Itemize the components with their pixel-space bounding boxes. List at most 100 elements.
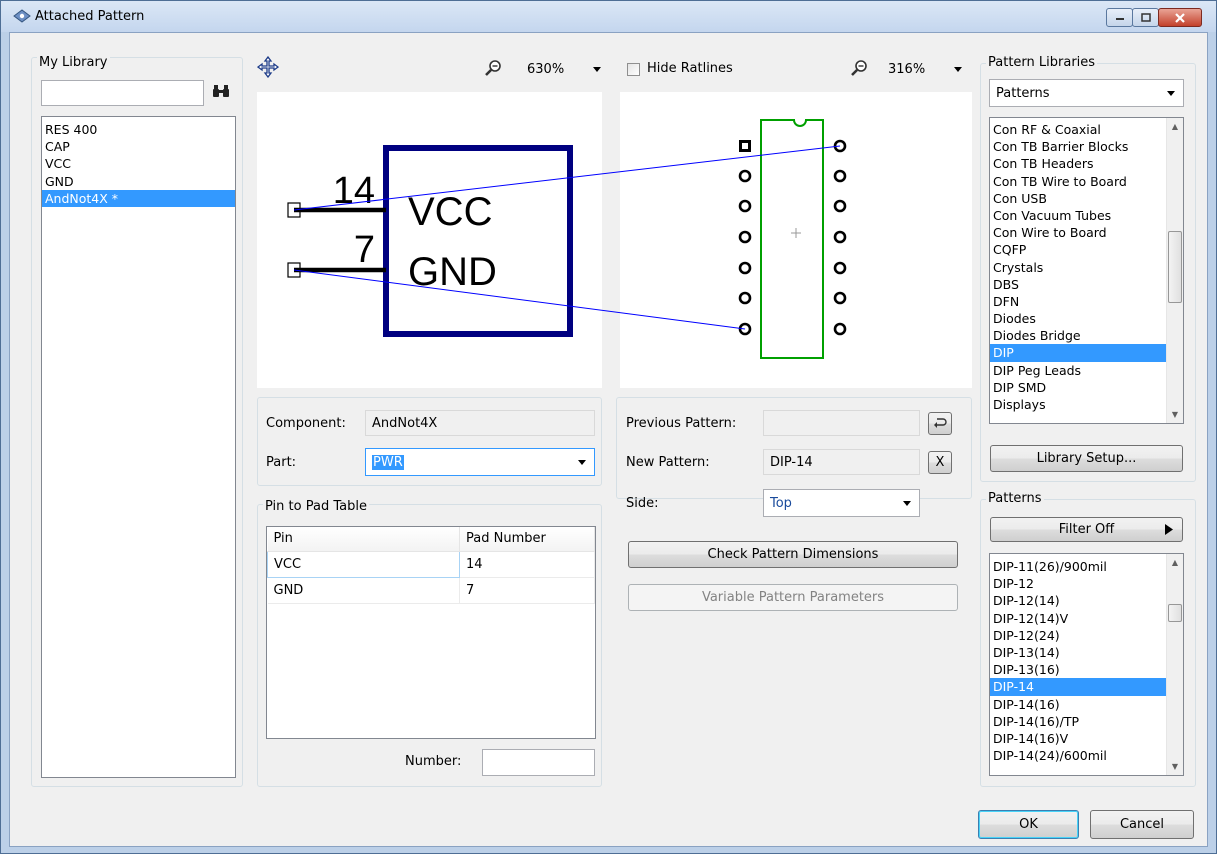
pad-2	[738, 169, 752, 183]
pattern-item[interactable]: DIP-12	[990, 575, 1167, 592]
pattern-library-item[interactable]: Con TB Barrier Blocks	[990, 138, 1167, 155]
pad-10	[833, 261, 847, 275]
column-header-pad-number[interactable]: Pad Number	[459, 527, 595, 552]
minimize-icon	[1115, 17, 1124, 20]
pattern-item[interactable]: DIP-14(16)V	[990, 730, 1167, 747]
pattern-item[interactable]: DIP-14(16)/TP	[990, 713, 1167, 730]
scroll-down-icon[interactable]: ▼	[1167, 406, 1183, 423]
pattern-item[interactable]: DIP-14(16)	[990, 696, 1167, 713]
pattern-item[interactable]: DIP-12(14)	[990, 592, 1167, 609]
patterns-scrollbar[interactable]: ▲ ▼	[1166, 554, 1183, 775]
pad-4	[738, 230, 752, 244]
binoculars-icon[interactable]	[212, 84, 230, 102]
scroll-thumb[interactable]	[1168, 604, 1182, 622]
my-library-list[interactable]: RES 400 CAP VCC GND AndNot4X *	[41, 116, 236, 778]
hide-ratlines-label[interactable]: Hide Ratlines	[647, 61, 733, 76]
pattern-library-item[interactable]: Con TB Headers	[990, 155, 1167, 172]
pattern-library-item[interactable]: DFN	[990, 293, 1167, 310]
pattern-item[interactable]: DIP-13(16)	[990, 661, 1167, 678]
pattern-library-item[interactable]: Diodes	[990, 310, 1167, 327]
pattern-item[interactable]: DIP-11(26)/900mil	[990, 558, 1167, 575]
scroll-thumb[interactable]	[1168, 231, 1182, 303]
restore-pattern-button[interactable]	[928, 412, 952, 435]
pad-13	[833, 169, 847, 183]
check-pattern-dimensions-button[interactable]: Check Pattern Dimensions	[628, 541, 958, 568]
library-search-input[interactable]	[41, 80, 204, 106]
scroll-up-icon[interactable]: ▲	[1167, 554, 1183, 571]
symbol-zoom-select[interactable]: 630%	[520, 55, 610, 83]
library-setup-button[interactable]: Library Setup...	[990, 445, 1183, 472]
scroll-down-icon[interactable]: ▼	[1167, 758, 1183, 775]
part-select[interactable]: PWR	[365, 448, 595, 476]
symbol-body	[383, 145, 573, 337]
pattern-zoom-select[interactable]: 316%	[881, 55, 971, 83]
variable-pattern-parameters-button[interactable]: Variable Pattern Parameters	[628, 584, 958, 611]
pattern-drawing	[738, 119, 847, 359]
pattern-library-item[interactable]: Con TB Wire to Board	[990, 173, 1167, 190]
pad-cell[interactable]: 7	[459, 577, 595, 604]
ok-button[interactable]: OK	[978, 810, 1079, 839]
pad-5	[738, 261, 752, 275]
pattern-canvas[interactable]	[620, 92, 972, 388]
pad-9	[833, 291, 847, 305]
minimize-button[interactable]	[1106, 8, 1133, 27]
chevron-down-icon	[593, 67, 601, 72]
move-icon[interactable]	[256, 55, 280, 82]
chevron-down-icon	[1167, 91, 1175, 96]
pin-pad-table[interactable]: Pin Pad Number VCC 14 GND 7	[266, 526, 596, 739]
library-list-item[interactable]: GND	[42, 173, 235, 190]
table-row[interactable]: VCC 14	[267, 550, 595, 578]
pattern-library-item[interactable]: Con Vacuum Tubes	[990, 207, 1167, 224]
library-list-item[interactable]: RES 400	[42, 121, 235, 138]
library-list-item[interactable]: CAP	[42, 138, 235, 155]
pattern-library-item[interactable]: DBS	[990, 276, 1167, 293]
pattern-library-item[interactable]: Con Wire to Board	[990, 224, 1167, 241]
pin-name-vcc: VCC	[408, 190, 492, 234]
pattern-item[interactable]: DIP-12(24)	[990, 627, 1167, 644]
pattern-library-item[interactable]: CQFP	[990, 241, 1167, 258]
pattern-library-item[interactable]: DIP SMD	[990, 379, 1167, 396]
pattern-libraries-list[interactable]: Con RF & Coaxial Con TB Barrier Blocks Con…	[989, 117, 1184, 424]
symbol-zoom-value: 630%	[527, 61, 565, 77]
library-list-item[interactable]: AndNot4X *	[42, 189, 235, 207]
hide-ratlines-checkbox[interactable]	[627, 63, 640, 76]
pin-cell[interactable]: GND	[267, 577, 460, 604]
pattern-libraries-scrollbar[interactable]: ▲ ▼	[1166, 118, 1183, 423]
scroll-up-icon[interactable]: ▲	[1167, 118, 1183, 135]
clear-pattern-button[interactable]: X	[928, 451, 952, 474]
pattern-library-item[interactable]: DIP Peg Leads	[990, 362, 1167, 379]
cancel-button[interactable]: Cancel	[1090, 810, 1194, 839]
pattern-item[interactable]: DIP-14	[990, 678, 1167, 696]
pattern-library-item[interactable]: Con RF & Coaxial	[990, 121, 1167, 138]
close-button[interactable]	[1158, 8, 1202, 27]
patterns-list[interactable]: DIP-11(26)/900mil DIP-12 DIP-12(14) DIP-12(…	[989, 553, 1184, 776]
undo-icon	[934, 417, 947, 428]
column-header-pin[interactable]: Pin	[267, 527, 460, 552]
previous-pattern-field	[763, 410, 920, 436]
pattern-library-item[interactable]: Crystals	[990, 259, 1167, 276]
pin-cell[interactable]: VCC	[267, 550, 460, 578]
pad-8	[833, 322, 847, 336]
pattern-item[interactable]: DIP-14(24)/600mil	[990, 747, 1167, 764]
pattern-item[interactable]: DIP-13(14)	[990, 644, 1167, 661]
pattern-library-item[interactable]: DIP	[990, 344, 1167, 362]
app-icon	[13, 9, 31, 27]
number-label: Number:	[405, 754, 462, 769]
pattern-library-item[interactable]: Displays	[990, 396, 1167, 413]
pin-number-14: 14	[333, 170, 375, 212]
title-bar[interactable]: Attached Pattern	[1, 1, 1216, 32]
pattern-library-item[interactable]: Con USB	[990, 190, 1167, 207]
filter-button[interactable]: Filter Off	[990, 517, 1183, 542]
pattern-item[interactable]: DIP-12(14)V	[990, 610, 1167, 627]
pattern-library-select[interactable]: Patterns	[989, 79, 1184, 107]
library-list-item[interactable]: VCC	[42, 155, 235, 172]
symbol-canvas[interactable]: 14 7 VCC GND	[257, 92, 602, 388]
part-value: PWR	[372, 454, 404, 470]
table-row[interactable]: GND 7	[267, 577, 595, 604]
pad-cell[interactable]: 14	[459, 551, 595, 578]
pad-number-input[interactable]	[482, 749, 595, 776]
dialog-window: Attached Pattern My Library RES 400 CAP VC…	[0, 0, 1217, 854]
maximize-button[interactable]	[1132, 8, 1159, 27]
pattern-library-item[interactable]: Diodes Bridge	[990, 327, 1167, 344]
side-select[interactable]: Top	[763, 489, 920, 517]
